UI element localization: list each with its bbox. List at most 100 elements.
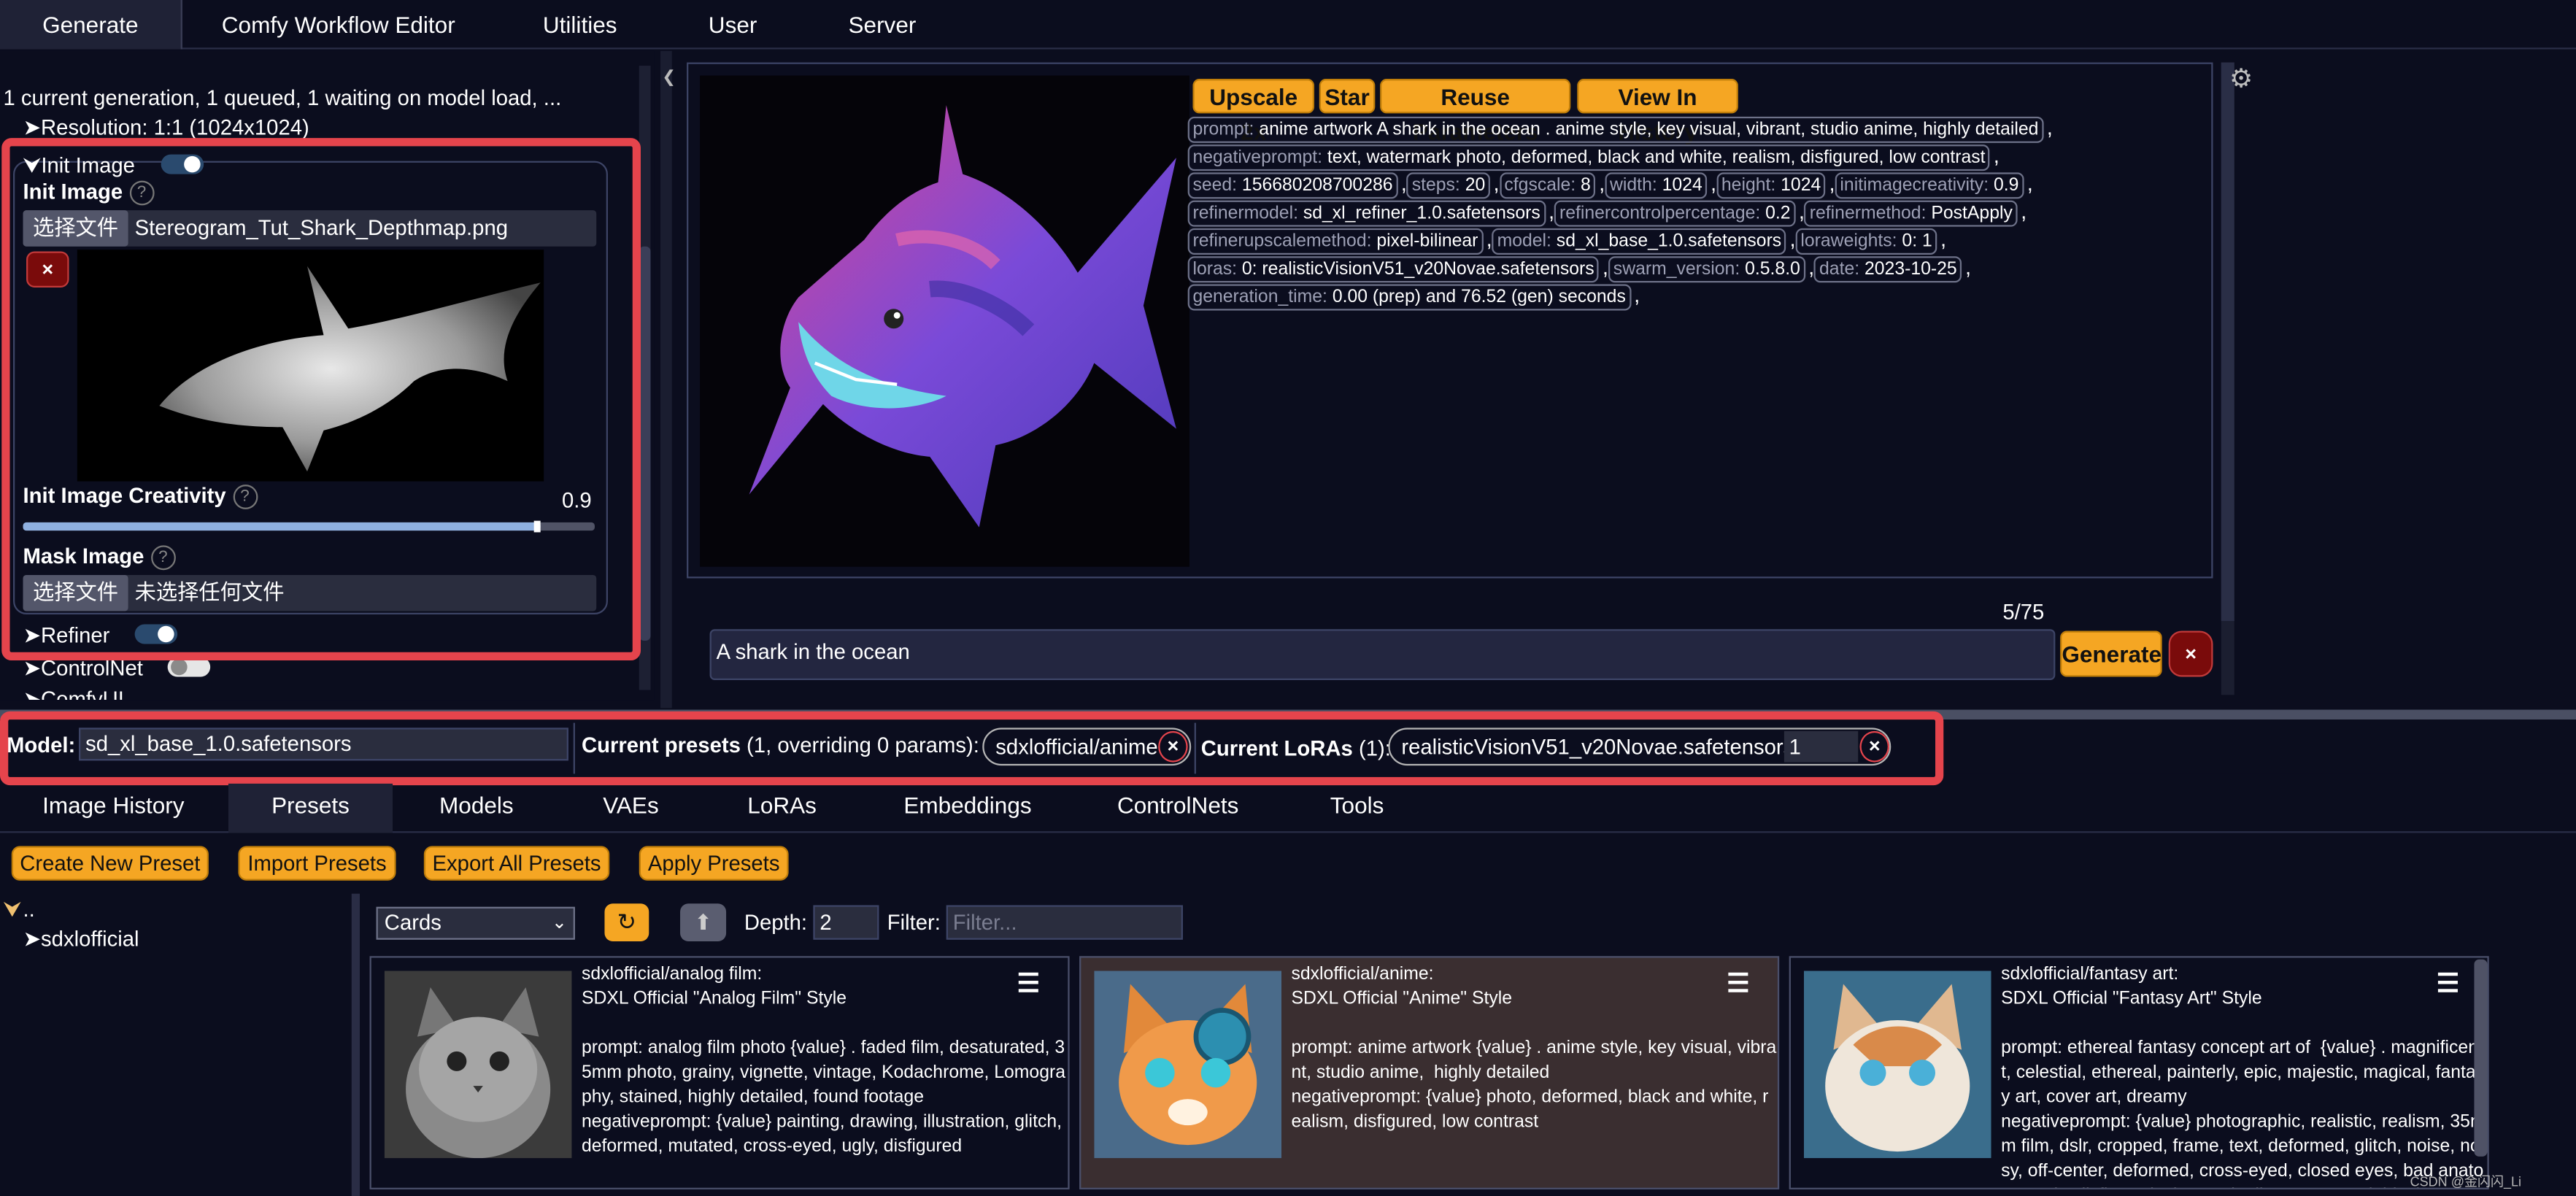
preset-description: SDXL Official "Anime" Style <box>1291 989 1513 1009</box>
generation-status: 1 current generation, 1 queued, 1 waitin… <box>3 85 562 110</box>
tab-tools[interactable]: Tools <box>1324 784 1390 833</box>
tree-root-item[interactable]: .. <box>23 897 35 922</box>
metadata-tag: prompt: anime artwork A shark in the oce… <box>1187 116 2044 143</box>
depth-label: Depth: <box>744 910 808 935</box>
apply-presets-button[interactable]: Apply Presets <box>639 846 789 881</box>
metadata-value: 0: 1 <box>1897 231 1932 252</box>
generated-image[interactable] <box>700 75 1189 567</box>
menu-icon[interactable] <box>2437 972 2458 998</box>
image-panel-scrollbar-thumb[interactable] <box>2221 62 2234 621</box>
metadata-value: 0: realisticVisionV51_v20Novae.safetenso… <box>1237 259 1594 279</box>
tab-comfy-workflow-editor[interactable]: Comfy Workflow Editor <box>202 0 475 50</box>
metadata-separator: , <box>1940 226 1947 252</box>
fantasy-art-cat-thumbnail <box>1803 971 1991 1159</box>
metadata-value: 156680208700286 <box>1237 175 1393 196</box>
filter-input[interactable]: Filter... <box>946 905 1183 940</box>
tab-embeddings[interactable]: Embeddings <box>901 784 1036 833</box>
metadata-key: loraweights: <box>1800 231 1897 252</box>
menu-icon[interactable] <box>1728 972 1748 998</box>
metadata-tag: cfgscale: 8 <box>1499 172 1596 199</box>
metadata-key: loras: <box>1192 259 1238 279</box>
folder-up-button[interactable]: ⬆ <box>680 903 727 941</box>
metadata-value: 1024 <box>1775 175 1821 196</box>
tab-models[interactable]: Models <box>433 784 519 833</box>
preset-body: prompt: analog film photo {value} . fade… <box>581 1038 1066 1157</box>
folder-open-icon[interactable]: ⮟ <box>4 897 22 923</box>
metadata-value: sd_xl_refiner_1.0.safetensors <box>1297 204 1540 224</box>
preset-card-anime[interactable]: sdxlofficial/anime: SDXL Official "Anime… <box>1079 956 1780 1189</box>
metadata-tag: refinercontrolpercentage: 0.2 <box>1554 200 1796 227</box>
tab-user[interactable]: User <box>698 0 768 50</box>
metadata-line: negativeprompt: text, watermark photo, d… <box>1187 142 2108 171</box>
filter-label: Filter: <box>887 910 941 935</box>
metadata-value: anime artwork A shark in the ocean . ani… <box>1254 120 2039 140</box>
star-button[interactable]: Star <box>1319 79 1376 114</box>
tab-server[interactable]: Server <box>841 0 924 50</box>
refresh-icon: ↻ <box>617 908 637 935</box>
metadata-separator: , <box>2021 198 2027 224</box>
tab-utilities[interactable]: Utilities <box>522 0 638 50</box>
prompt-input[interactable]: A shark in the ocean <box>709 629 2056 681</box>
upscale-2x-button[interactable]: Upscale 2x <box>1192 79 1315 144</box>
cancel-generation-button[interactable]: × <box>2168 630 2213 677</box>
preset-name: sdxlofficial/fantasy art: <box>2001 964 2179 984</box>
generate-button[interactable]: Generate <box>2060 630 2162 677</box>
tab-presets[interactable]: Presets <box>228 783 393 833</box>
preset-description: SDXL Official "Fantasy Art" Style <box>2001 989 2262 1009</box>
view-mode-select[interactable]: Cards ⌄ <box>376 906 575 940</box>
metadata-tag: model: sd_xl_base_1.0.safetensors <box>1492 228 1786 255</box>
metadata-tag: refinerupscalemethod: pixel-bilinear <box>1187 228 1484 255</box>
create-new-preset-button[interactable]: Create New Preset <box>11 846 209 881</box>
metadata-separator: , <box>1400 171 1407 196</box>
metadata-line: generation_time: 0.00 (prep) and 76.52 (… <box>1187 282 2108 311</box>
presets-scrollbar[interactable] <box>2474 959 2488 1157</box>
watermark: CSDN @金闪闪_Li <box>2410 1174 2522 1189</box>
metadata-key: initimagecreativity: <box>1840 175 1989 196</box>
export-all-presets-button[interactable]: Export All Presets <box>423 846 610 881</box>
metadata-key: date: <box>1819 259 1860 279</box>
parameters-scrollbar-thumb[interactable] <box>639 246 651 641</box>
preset-card-analog-film[interactable]: sdxlofficial/analog film: SDXL Official … <box>369 956 1070 1189</box>
tab-image-history[interactable]: Image History <box>39 784 188 833</box>
metadata-key: prompt: <box>1192 120 1254 140</box>
metadata-value: 0.9 <box>1989 175 2019 196</box>
metadata-separator: , <box>1993 142 2000 168</box>
tab-generate[interactable]: Generate <box>0 0 182 50</box>
metadata-tag: loras: 0: realisticVisionV51_v20Novae.sa… <box>1187 256 1600 283</box>
tree-item-sdxlofficial[interactable]: ➤sdxlofficial <box>23 927 139 953</box>
preset-card-fantasy-art[interactable]: sdxlofficial/fantasy art: SDXL Official … <box>1789 956 2489 1189</box>
tab-vaes[interactable]: VAEs <box>598 784 663 833</box>
reuse-parameters-button[interactable]: Reuse Parameters <box>1380 79 1571 144</box>
tab-loras[interactable]: LoRAs <box>746 784 818 833</box>
metadata-key: seed: <box>1192 175 1238 196</box>
metadata-key: swarm_version: <box>1613 259 1740 279</box>
metadata-value: pixel-bilinear <box>1371 231 1478 252</box>
metadata-separator: , <box>1486 226 1492 252</box>
tree-splitter[interactable] <box>351 893 360 1196</box>
metadata-key: refinermethod: <box>1809 204 1927 224</box>
analog-film-cat-thumbnail <box>384 971 572 1159</box>
preset-name: sdxlofficial/anime: <box>1291 964 1434 984</box>
collapse-arrow-icon[interactable]: ❮ <box>662 69 676 88</box>
arrow-up-icon: ⬆ <box>694 910 712 935</box>
preset-name: sdxlofficial/analog film: <box>581 964 763 984</box>
view-mode-value: Cards <box>384 910 441 935</box>
metadata-value: 2023-10-25 <box>1859 259 1957 279</box>
metadata-separator: , <box>1829 171 1835 196</box>
panel-splitter[interactable] <box>660 50 672 709</box>
tab-controlnets[interactable]: ControlNets <box>1114 784 1242 833</box>
metadata-line: loras: 0: realisticVisionV51_v20Novae.sa… <box>1187 255 2108 283</box>
metadata-line: prompt: anime artwork A shark in the oce… <box>1187 115 2108 143</box>
refresh-button[interactable]: ↻ <box>604 903 649 941</box>
metadata-tag: refinermethod: PostApply <box>1805 200 2018 227</box>
depth-input[interactable]: 2 <box>813 905 879 940</box>
preset-body: prompt: anime artwork {value} . anime st… <box>1291 1038 1777 1133</box>
metadata-key: height: <box>1721 175 1776 196</box>
import-presets-button[interactable]: Import Presets <box>238 846 396 881</box>
view-in-history-button[interactable]: View In History <box>1577 79 1738 144</box>
comfyui-group-header[interactable]: ➤ComfyUI <box>23 687 124 700</box>
menu-icon[interactable] <box>1018 972 1038 998</box>
metadata-tag: steps: 20 <box>1406 172 1490 199</box>
metadata-key: steps: <box>1411 175 1460 196</box>
gear-icon[interactable]: ⚙ <box>2229 63 2253 96</box>
